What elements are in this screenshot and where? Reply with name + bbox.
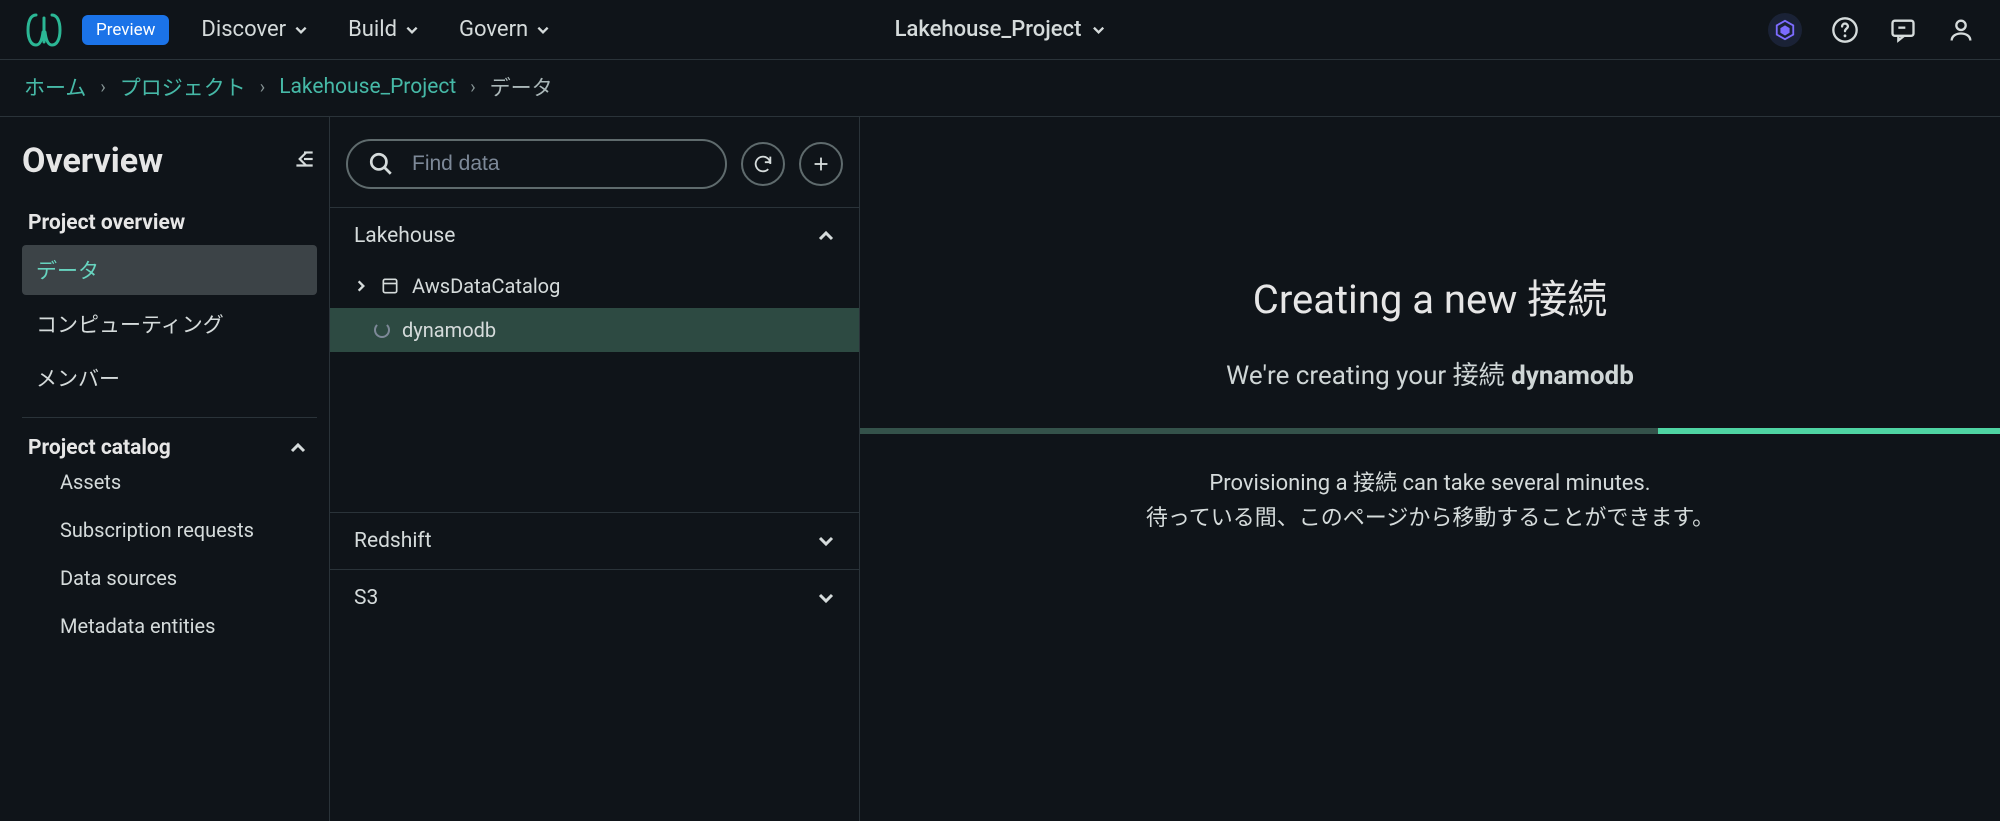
breadcrumb-sep: ›	[260, 77, 265, 98]
chevron-up-icon	[817, 227, 835, 245]
creating-subtitle: We're creating your 接続 dynamodb	[1226, 355, 1634, 392]
search-wrap[interactable]	[346, 139, 727, 189]
nav-label: Discover	[201, 17, 286, 42]
topnav-right	[1768, 13, 1976, 47]
sidebar: Overview Project overview データ コンピューティング …	[0, 117, 330, 821]
section-project-catalog[interactable]: Project catalog	[22, 436, 317, 460]
sidebar-item-subscription-requests[interactable]: Subscription requests	[22, 508, 317, 552]
help-icon[interactable]	[1830, 15, 1860, 45]
top-nav: Preview Discover Build Govern Lakehouse_…	[0, 0, 2000, 60]
breadcrumb: ホーム › プロジェクト › Lakehouse_Project › データ	[0, 60, 2000, 116]
tree-item-dynamodb[interactable]: dynamodb	[330, 308, 859, 352]
breadcrumb-home[interactable]: ホーム	[24, 72, 86, 102]
nav-build[interactable]: Build	[348, 17, 419, 42]
data-tree: Lakehouse AwsDataCatalog dynamodb Redshi…	[330, 207, 859, 821]
sidebar-item-members[interactable]: メンバー	[22, 353, 317, 403]
nav-label: Govern	[459, 17, 528, 42]
creating-title: Creating a new 接続	[1253, 267, 1607, 325]
collapse-sidebar-icon[interactable]	[291, 146, 317, 177]
right-pane: Creating a new 接続 We're creating your 接続…	[860, 117, 2000, 821]
chat-icon[interactable]	[1888, 15, 1918, 45]
chevron-down-icon	[294, 23, 308, 37]
desc-line-1: Provisioning a 接続 can take several minut…	[1146, 466, 1714, 501]
logo[interactable]	[24, 12, 64, 48]
tree-toolbar	[330, 117, 859, 207]
creating-description: Provisioning a 接続 can take several minut…	[1146, 466, 1714, 536]
sidebar-item-metadata-entities[interactable]: Metadata entities	[22, 604, 317, 648]
nav-govern[interactable]: Govern	[459, 17, 550, 42]
nav-label: Build	[348, 17, 397, 42]
service-icon[interactable]	[1768, 13, 1802, 47]
breadcrumb-projects[interactable]: プロジェクト	[120, 72, 246, 102]
breadcrumb-current: データ	[490, 72, 553, 102]
chevron-down-icon	[817, 532, 835, 550]
user-icon[interactable]	[1946, 15, 1976, 45]
subtitle-prefix: We're creating your 接続	[1226, 361, 1511, 391]
tree-item-label: dynamodb	[402, 318, 496, 342]
add-button[interactable]	[799, 142, 843, 186]
overview-nav-list: データ コンピューティング メンバー	[22, 245, 317, 403]
section-catalog-label: Project catalog	[28, 436, 171, 460]
loading-spinner-icon	[374, 322, 390, 338]
catalog-icon	[380, 276, 400, 296]
data-tree-panel: Lakehouse AwsDataCatalog dynamodb Redshi…	[330, 117, 860, 821]
sidebar-item-compute[interactable]: コンピューティング	[22, 299, 317, 349]
tree-item-awsdatacatalog[interactable]: AwsDataCatalog	[330, 264, 859, 308]
tree-item-label: AwsDataCatalog	[412, 274, 560, 298]
search-input[interactable]	[412, 152, 705, 176]
nav-discover[interactable]: Discover	[201, 17, 308, 42]
tree-group-s3[interactable]: S3	[330, 569, 859, 626]
subtitle-connection-name: dynamodb	[1511, 361, 1634, 391]
project-selector[interactable]: Lakehouse_Project	[895, 17, 1106, 42]
divider	[22, 417, 317, 418]
chevron-down-icon	[1091, 23, 1105, 37]
breadcrumb-sep: ›	[470, 77, 475, 98]
chevron-right-icon	[354, 279, 368, 293]
chevron-down-icon	[817, 589, 835, 607]
search-icon	[368, 151, 394, 177]
tree-group-redshift[interactable]: Redshift	[330, 512, 859, 569]
chevron-down-icon	[536, 23, 550, 37]
sidebar-item-assets[interactable]: Assets	[22, 460, 317, 504]
tree-group-label: Redshift	[354, 529, 432, 553]
sidebar-title: Overview	[22, 141, 163, 181]
breadcrumb-sep: ›	[100, 77, 105, 98]
chevron-up-icon	[289, 439, 307, 457]
sidebar-item-data-sources[interactable]: Data sources	[22, 556, 317, 600]
chevron-down-icon	[405, 23, 419, 37]
project-name: Lakehouse_Project	[895, 17, 1082, 42]
catalog-nav-list: Assets Subscription requests Data source…	[22, 460, 317, 648]
breadcrumb-project-name[interactable]: Lakehouse_Project	[279, 75, 456, 99]
main-columns: Overview Project overview データ コンピューティング …	[0, 116, 2000, 821]
preview-badge[interactable]: Preview	[82, 15, 169, 45]
refresh-button[interactable]	[741, 142, 785, 186]
progress-bar-fill	[1658, 428, 2000, 434]
section-project-overview: Project overview	[28, 211, 311, 235]
tree-group-lakehouse[interactable]: Lakehouse	[330, 208, 859, 264]
progress-bar	[860, 428, 2000, 434]
main-nav: Discover Build Govern	[201, 17, 550, 42]
desc-line-2: 待っている間、このページから移動することができます。	[1146, 501, 1714, 536]
tree-group-label: Lakehouse	[354, 224, 455, 248]
sidebar-item-data[interactable]: データ	[22, 245, 317, 295]
tree-group-label: S3	[354, 586, 378, 610]
